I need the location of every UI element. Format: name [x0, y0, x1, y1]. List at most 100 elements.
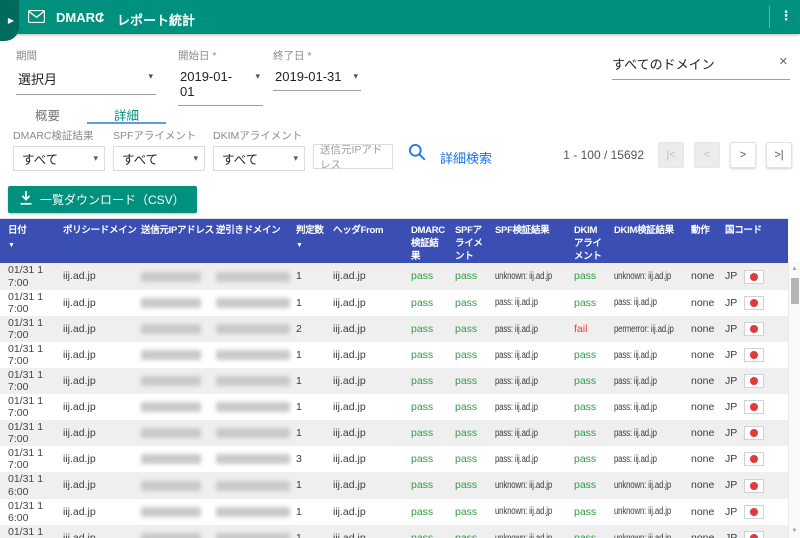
- col-spf-alignment[interactable]: SPFアライメント: [447, 219, 487, 263]
- table-row[interactable]: 01/31 16:00iij.ad.jp1iij.ad.jppasspassun…: [0, 472, 788, 498]
- tab-overview[interactable]: 概要: [8, 102, 87, 127]
- cell-date: 01/31 17:00: [0, 316, 55, 342]
- page-title: レポート統計: [117, 10, 195, 29]
- next-page-button[interactable]: >: [730, 142, 756, 168]
- scroll-up-icon[interactable]: ▲: [789, 266, 800, 272]
- cell-source-ip: [133, 472, 208, 498]
- table-body: 01/31 17:00iij.ad.jp1iij.ad.jppasspassun…: [0, 263, 788, 538]
- cell-header-from: iij.ad.jp: [325, 446, 403, 472]
- table-header-row: 日付 ▼ ポリシードメイン 送信元IPアドレス 逆引きドメイン 判定数 ▼ ヘッ…: [0, 219, 788, 263]
- cell-dkim-alignment: pass: [566, 394, 606, 420]
- cell-header-from: iij.ad.jp: [325, 525, 403, 538]
- table-row[interactable]: 01/31 17:00iij.ad.jp3iij.ad.jppasspasspa…: [0, 446, 788, 472]
- col-header-from[interactable]: ヘッダFrom: [325, 219, 403, 263]
- col-source-ip[interactable]: 送信元IPアドレス: [133, 219, 208, 263]
- source-ip-input[interactable]: 送信元IPアドレス: [313, 128, 393, 169]
- cell-dkim-alignment: pass: [566, 446, 606, 472]
- table-row[interactable]: 01/31 17:00iij.ad.jp2iij.ad.jppasspasspa…: [0, 316, 788, 342]
- cell-action: none: [683, 368, 717, 394]
- cell-count: 1: [288, 525, 325, 538]
- dmarc-result-select[interactable]: DMARC検証結果 すべて ▾: [13, 128, 105, 171]
- cell-count: 3: [288, 446, 325, 472]
- spf-alignment-label: SPFアライメント: [113, 128, 205, 143]
- col-dkim-alignment[interactable]: DKIMアライメント: [566, 219, 606, 263]
- period-value: 選択月: [18, 72, 57, 87]
- cell-dkim-alignment: pass: [566, 290, 606, 316]
- table-scrollbar[interactable]: ▲ ▼: [788, 262, 800, 538]
- scrollbar-thumb[interactable]: [791, 278, 799, 304]
- col-dkim-result[interactable]: DKIM検証結果: [606, 219, 683, 263]
- cell-header-from: iij.ad.jp: [325, 368, 403, 394]
- blurred-reverse-domain: [216, 507, 290, 517]
- col-country-code[interactable]: 国コード: [717, 219, 788, 263]
- table-row[interactable]: 01/31 17:00iij.ad.jp1iij.ad.jppasspassun…: [0, 263, 788, 289]
- col-action[interactable]: 動作: [683, 219, 717, 263]
- sort-desc-icon[interactable]: ▼: [8, 241, 54, 250]
- cell-date: 01/31 16:00: [0, 472, 55, 498]
- table-row[interactable]: 01/31 17:00iij.ad.jp1iij.ad.jppasspasspa…: [0, 420, 788, 446]
- cell-dmarc-result: pass: [403, 472, 447, 498]
- cell-dmarc-result: pass: [403, 525, 447, 538]
- dkim-alignment-select[interactable]: DKIMアライメント すべて ▾: [213, 128, 305, 171]
- cell-reverse-domain: [208, 472, 288, 498]
- cell-country: JP: [717, 394, 788, 420]
- search-icon[interactable]: [408, 143, 426, 166]
- cell-source-ip: [133, 420, 208, 446]
- col-reverse-domain[interactable]: 逆引きドメイン: [208, 219, 288, 263]
- sort-desc-icon[interactable]: ▼: [296, 241, 324, 250]
- col-count[interactable]: 判定数 ▼: [288, 219, 325, 263]
- cell-source-ip: [133, 368, 208, 394]
- table-row[interactable]: 01/31 17:00iij.ad.jp1iij.ad.jppasspasspa…: [0, 290, 788, 316]
- cell-spf-result: unknown: iij.ad.jp: [487, 472, 566, 498]
- scroll-down-icon[interactable]: ▼: [789, 528, 800, 534]
- cell-dmarc-result: pass: [403, 420, 447, 446]
- table-row[interactable]: 01/31 16:00iij.ad.jp1iij.ad.jppasspassun…: [0, 525, 788, 538]
- col-spf-result[interactable]: SPF検証結果: [487, 219, 566, 263]
- sidebar-expand-tab[interactable]: ▶: [0, 0, 19, 41]
- pagination: 1 - 100 / 15692 |< < > >|: [563, 142, 792, 168]
- cell-country: JP: [717, 525, 788, 538]
- cell-spf-alignment: pass: [447, 525, 487, 538]
- cell-source-ip: [133, 525, 208, 538]
- blurred-source-ip: [141, 402, 201, 412]
- period-select[interactable]: 期間 選択月 ▾: [16, 48, 156, 95]
- kebab-menu-icon[interactable]: ⋮: [779, 8, 793, 24]
- cell-spf-result: unknown: iij.ad.jp: [487, 263, 566, 289]
- dkim-alignment-label: DKIMアライメント: [213, 128, 305, 143]
- country-code: JP: [725, 479, 737, 491]
- col-date[interactable]: 日付 ▼: [0, 219, 55, 263]
- pagination-range: 1 - 100 / 15692: [563, 148, 644, 162]
- first-page-button[interactable]: |<: [658, 142, 684, 168]
- blurred-source-ip: [141, 324, 201, 334]
- country-code: JP: [725, 401, 737, 413]
- cell-dkim-result: permerror: iij.ad.jp: [606, 316, 683, 342]
- download-csv-button[interactable]: 一覧ダウンロード（CSV）: [8, 186, 197, 213]
- col-policy-domain[interactable]: ポリシードメイン: [55, 219, 133, 263]
- cell-action: none: [683, 394, 717, 420]
- table-row[interactable]: 01/31 17:00iij.ad.jp1iij.ad.jppasspasspa…: [0, 394, 788, 420]
- last-page-button[interactable]: >|: [766, 142, 792, 168]
- spf-alignment-select[interactable]: SPFアライメント すべて ▾: [113, 128, 205, 171]
- source-ip-placeholder: 送信元IPアドレス: [320, 142, 386, 172]
- col-dmarc-result[interactable]: DMARC検証結果: [403, 219, 447, 263]
- table-row[interactable]: 01/31 17:00iij.ad.jp1iij.ad.jppasspasspa…: [0, 368, 788, 394]
- end-date-select[interactable]: 終了日 * 2019-01-31 ▾: [273, 48, 361, 91]
- end-date-value: 2019-01-31: [275, 69, 342, 84]
- cell-date: 01/31 17:00: [0, 263, 55, 289]
- cell-header-from: iij.ad.jp: [325, 499, 403, 525]
- clear-icon[interactable]: ✕: [779, 55, 788, 68]
- cell-count: 1: [288, 342, 325, 368]
- cell-dkim-alignment: pass: [566, 472, 606, 498]
- table-row[interactable]: 01/31 16:00iij.ad.jp1iij.ad.jppasspassun…: [0, 499, 788, 525]
- cell-spf-result: unknown: iij.ad.jp: [487, 525, 566, 538]
- country-code: JP: [725, 532, 737, 538]
- start-date-select[interactable]: 開始日 * 2019-01-01 ▾: [178, 48, 263, 106]
- advanced-search-link[interactable]: 詳細検索: [440, 148, 492, 167]
- blurred-reverse-domain: [216, 533, 290, 538]
- table-row[interactable]: 01/31 17:00iij.ad.jp1iij.ad.jppasspasspa…: [0, 342, 788, 368]
- prev-page-button[interactable]: <: [694, 142, 720, 168]
- cell-action: none: [683, 290, 717, 316]
- cell-policy-domain: iij.ad.jp: [55, 316, 133, 342]
- domain-filter-input[interactable]: すべてのドメイン ✕: [612, 52, 790, 80]
- blurred-reverse-domain: [216, 350, 290, 360]
